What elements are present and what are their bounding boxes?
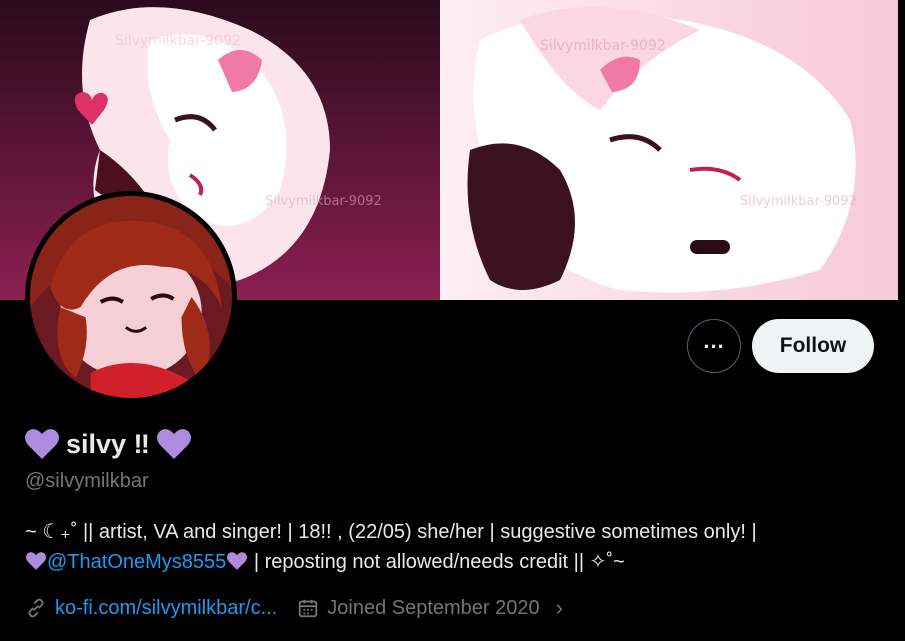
banner-watermark-2: Silvymilkbar-9092 [540, 38, 666, 54]
avatar-image [30, 196, 232, 398]
purple-heart-icon [25, 429, 59, 459]
display-name: silvy ‼ [66, 428, 150, 459]
banner-watermark-4: Silvymilkbar-9092 [740, 194, 857, 209]
display-name-row: silvy ‼ [24, 427, 192, 461]
profile-link-item: ko-fi.com/silvymilkbar/c... [25, 597, 277, 620]
avatar[interactable] [25, 191, 237, 403]
more-button[interactable]: ... [687, 319, 741, 373]
bio-line-2-text: | reposting not allowed/needs credit || … [248, 551, 625, 573]
calendar-icon [299, 599, 318, 618]
follow-button[interactable]: Follow [752, 319, 874, 373]
banner-watermark-1: Silvymilkbar-9092 [115, 33, 241, 49]
profile-website-link[interactable]: ko-fi.com/silvymilkbar/c... [55, 597, 277, 620]
purple-heart-icon [227, 552, 248, 570]
profile-bio: ~ ☾₊˚ || artist, VA and singer! | 18!! ,… [25, 517, 885, 577]
bio-mention-link[interactable]: @ThatOneMys8555 [47, 551, 226, 573]
joined-date: Joined September 2020 [327, 596, 540, 619]
joined-date-item: Joined September 2020 › [297, 595, 563, 621]
bio-line-2: @ThatOneMys8555 | reposting not allowed/… [25, 547, 885, 577]
purple-heart-icon [26, 552, 46, 570]
more-icon: ... [703, 328, 725, 353]
link-icon [28, 598, 44, 618]
user-handle: @silvymilkbar [25, 470, 149, 492]
bio-line-1: ~ ☾₊˚ || artist, VA and singer! | 18!! ,… [25, 521, 757, 543]
profile-meta: ko-fi.com/silvymilkbar/c... Joined Septe… [25, 595, 583, 621]
purple-heart-icon [156, 429, 191, 459]
chevron-right-icon[interactable]: › [556, 595, 563, 621]
banner-watermark-3: Silvymilkbar-9092 [265, 194, 382, 209]
